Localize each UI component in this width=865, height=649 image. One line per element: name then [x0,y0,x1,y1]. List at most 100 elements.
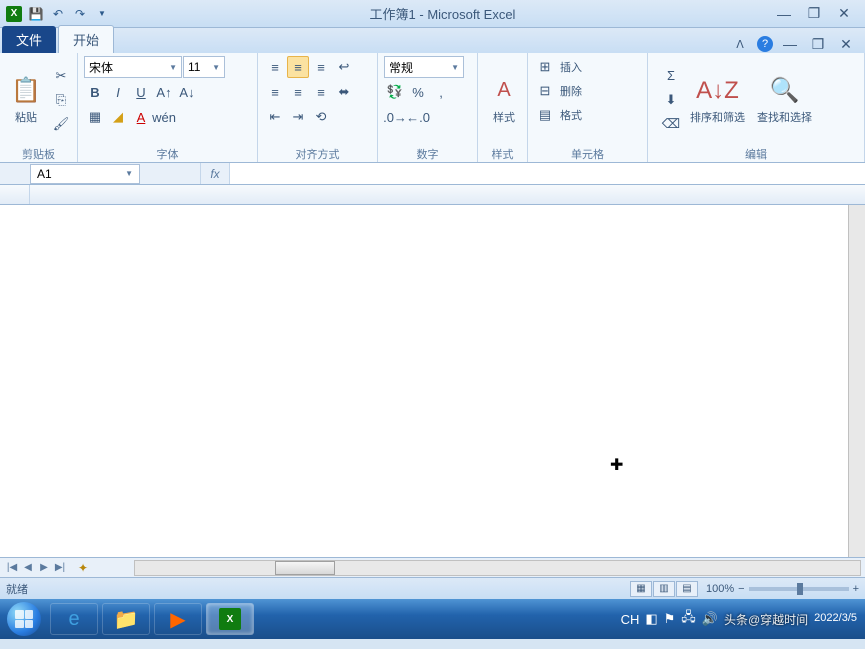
borders-button[interactable]: ▦ [84,106,106,128]
comma-button[interactable]: , [430,81,452,103]
minimize-button[interactable]: ― [773,5,795,23]
wrap-text-button[interactable]: ↩ [333,56,355,78]
orientation-button[interactable]: ⟲ [310,106,332,128]
paste-icon: 📋 [10,75,42,107]
align-right-button[interactable]: ≡ [310,81,332,103]
insert-cells-button[interactable]: ⊞插入 [534,56,641,78]
delete-cells-button[interactable]: ⊟删除 [534,80,641,102]
font-name-combo[interactable]: 宋体▼ [84,56,182,78]
new-sheet-button[interactable]: ✦ [72,561,94,575]
shrink-font-button[interactable]: A↓ [176,81,198,103]
doc-close-button[interactable]: ✕ [835,35,857,53]
windows-taskbar: e 📁 ▶ X CH ◧ ⚑ 🖧 🔊 头条@穿越时间 2022/3/5 [0,599,865,639]
clear-button2[interactable]: ⌫ [660,113,682,135]
select-all-button[interactable] [0,185,30,204]
number-format-combo[interactable]: 常规▼ [384,56,464,78]
grow-font-button[interactable]: A↑ [153,81,175,103]
page-break-view-button[interactable]: ▤ [676,581,698,597]
close-button[interactable]: ✕ [833,5,855,23]
accounting-button[interactable]: 💱 [384,81,406,103]
ribbon-minimize-icon[interactable]: ᐱ [729,35,751,53]
ribbon-tab-0[interactable]: 开始 [58,25,114,53]
zoom-slider[interactable] [749,587,849,591]
sheet-prev-button[interactable]: ◀ [20,562,36,573]
tray-icon[interactable]: ◧ [645,611,657,627]
page-layout-view-button[interactable]: ▥ [653,581,675,597]
qat-customize[interactable]: ▼ [92,4,112,24]
sheet-next-button[interactable]: ▶ [36,562,52,573]
save-button[interactable]: 💾 [26,4,46,24]
italic-button[interactable]: I [107,81,129,103]
autosum-button2[interactable]: Σ [660,65,682,87]
align-center-button[interactable]: ≡ [287,81,309,103]
find-select-button[interactable]: 🔍 查找和选择 [753,73,816,127]
align-top-button[interactable]: ≡ [264,56,286,78]
normal-view-button[interactable]: ▦ [630,581,652,597]
start-button[interactable] [0,599,48,639]
increase-indent-button[interactable]: ⇥ [287,106,309,128]
doc-minimize-button[interactable]: ― [779,35,801,53]
find-icon: 🔍 [769,75,801,107]
phonetic-button[interactable]: wén [153,106,175,128]
font-size-combo[interactable]: 11▼ [183,56,225,78]
clipboard-label: 剪贴板 [0,146,77,162]
action-center-icon[interactable]: ⚑ [664,611,676,627]
increase-decimal-button[interactable]: .0→ [384,106,406,128]
cut-button[interactable]: ✂ [50,65,72,87]
window-title: 工作簿1 - Microsoft Excel [112,4,773,23]
zoom-in-button[interactable]: + [853,583,859,595]
decrease-indent-button[interactable]: ⇤ [264,106,286,128]
font-label: 字体 [78,146,257,162]
format-cells-button[interactable]: ▤格式 [534,104,641,126]
excel-icon[interactable]: X [4,4,24,24]
redo-button[interactable]: ↷ [70,4,90,24]
underline-button[interactable]: U [130,81,152,103]
network-icon[interactable]: 🖧 [681,608,696,630]
taskbar-clock[interactable]: 2022/3/5 [814,612,857,625]
doc-restore-button[interactable]: ❐ [807,35,829,53]
font-color-button[interactable]: A [130,106,152,128]
cells-group: ⊞插入 ⊟删除 ▤格式 单元格 [528,53,648,162]
undo-button[interactable]: ↶ [48,4,68,24]
restore-button[interactable]: ❐ [803,5,825,23]
formula-bar: A1▼ fx [0,163,865,185]
title-bar: X 💾 ↶ ↷ ▼ 工作簿1 - Microsoft Excel ― ❐ ✕ [0,0,865,28]
help-icon[interactable]: ? [757,36,773,52]
sort-filter-button[interactable]: A↓Z 排序和筛选 [686,73,749,127]
fx-button[interactable]: fx [200,163,230,184]
cell-cursor-icon: ✚ [610,455,623,475]
fill-button2[interactable]: ⬇ [660,89,682,111]
fill-color-button[interactable]: ◢ [107,106,129,128]
zoom-out-button[interactable]: − [738,583,744,595]
align-left-button[interactable]: ≡ [264,81,286,103]
volume-icon[interactable]: 🔊 [702,611,718,627]
format-painter-button[interactable]: 🖌 [50,113,72,135]
sheet-first-button[interactable]: |◀ [4,562,20,573]
styles-icon: A [488,75,520,107]
align-bottom-button[interactable]: ≡ [310,56,332,78]
worksheet-grid: ✚ [0,185,865,557]
copy-button[interactable]: ⎘ [50,89,72,111]
align-middle-button[interactable]: ≡ [287,56,309,78]
wmp-taskbar-button[interactable]: ▶ [154,603,202,635]
sheet-last-button[interactable]: ▶| [52,562,68,573]
excel-taskbar-button[interactable]: X [206,603,254,635]
cells-label: 单元格 [528,146,647,162]
number-group: 常规▼ 💱 % , .0→ ←.0 数字 [378,53,478,162]
zoom-level[interactable]: 100% [706,583,734,595]
horizontal-scrollbar[interactable] [134,560,861,576]
merge-button[interactable]: ⬌ [333,81,355,103]
file-tab[interactable]: 文件 [2,26,56,53]
vertical-scrollbar[interactable] [848,205,865,557]
name-box[interactable]: A1▼ [30,164,140,184]
formula-input[interactable] [230,163,865,184]
explorer-taskbar-button[interactable]: 📁 [102,603,150,635]
paste-button[interactable]: 📋 粘贴 [6,73,46,127]
percent-button[interactable]: % [407,81,429,103]
bold-button[interactable]: B [84,81,106,103]
scroll-thumb[interactable] [275,561,335,575]
decrease-decimal-button[interactable]: ←.0 [407,106,429,128]
ime-indicator[interactable]: CH [621,612,640,627]
styles-button[interactable]: A 样式 [484,73,524,127]
ie-taskbar-button[interactable]: e [50,603,98,635]
